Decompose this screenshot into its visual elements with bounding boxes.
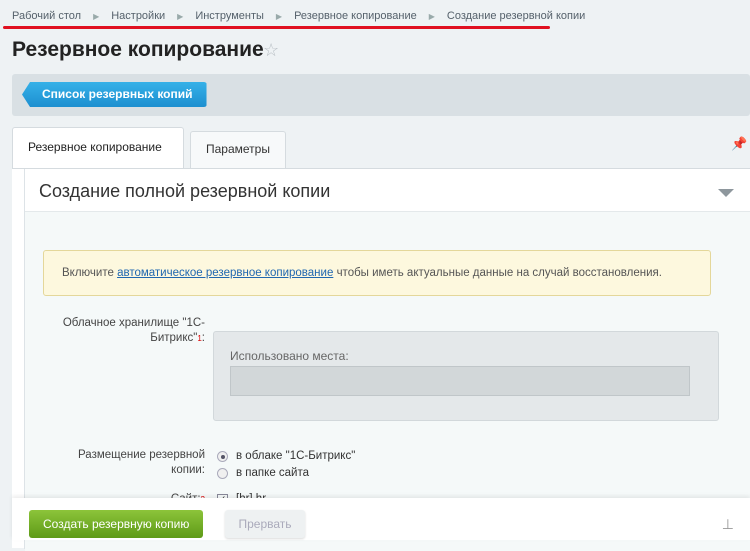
tab-parameters[interactable]: Параметры	[190, 131, 286, 169]
auto-backup-link[interactable]: автоматическое резервное копирование	[117, 267, 333, 279]
collapse-icon[interactable]	[718, 189, 734, 197]
notice: Включите автоматическое резервное копиро…	[43, 250, 711, 296]
cloud-storage-box: Использовано места:	[213, 331, 719, 421]
breadcrumb-item[interactable]: Настройки	[111, 10, 165, 24]
chevron-right-icon: ▶	[93, 12, 100, 21]
radio-cloud[interactable]: в облаке "1С-Битрикс"	[217, 450, 355, 462]
pin-icon[interactable]: ⊥	[722, 516, 734, 533]
backup-list-button[interactable]: Список резервных копий	[22, 82, 207, 107]
tab-panel: Создание полной резервной копии Включите…	[12, 168, 750, 551]
placement-label: Размещение резервной копии:	[78, 449, 205, 476]
breadcrumb-item[interactable]: Инструменты	[195, 10, 264, 24]
toolbar: Список резервных копий	[12, 74, 750, 116]
breadcrumb: Рабочий стол ▶ Настройки ▶ Инструменты ▶ Ре…	[12, 10, 585, 24]
notice-text: чтобы иметь актуальные данные на случай …	[336, 267, 662, 279]
radio-icon	[217, 467, 228, 479]
stop-button[interactable]: Прервать	[225, 510, 305, 538]
chevron-right-icon: ▶	[428, 12, 435, 21]
section-title: Создание полной резервной копии	[39, 181, 331, 201]
breadcrumb-item[interactable]: Резервное копирование	[294, 10, 417, 24]
page-title: Резервное копирование	[12, 38, 264, 61]
breadcrumb-item[interactable]: Рабочий стол	[12, 10, 81, 24]
used-space-label: Использовано места:	[230, 349, 349, 363]
used-space-bar	[230, 366, 690, 396]
radio-icon	[217, 450, 228, 462]
pin-icon[interactable]: 📌	[731, 136, 747, 152]
highlight-underline	[3, 26, 550, 29]
notice-text: Включите	[62, 267, 114, 279]
cloud-storage-label: Облачное хранилище "1С-Битрикс"1:	[62, 317, 205, 344]
footer-bar: Создать резервную копию Прервать ⊥	[12, 498, 750, 540]
create-backup-button[interactable]: Создать резервную копию	[29, 510, 204, 538]
star-icon[interactable]: ☆	[263, 40, 279, 61]
breadcrumb-item[interactable]: Создание резервной копии	[447, 10, 585, 24]
chevron-right-icon: ▶	[177, 12, 184, 21]
tab-backup[interactable]: Резервное копирование	[12, 127, 184, 169]
radio-site-folder[interactable]: в папке сайта	[217, 467, 309, 479]
chevron-right-icon: ▶	[275, 12, 283, 21]
